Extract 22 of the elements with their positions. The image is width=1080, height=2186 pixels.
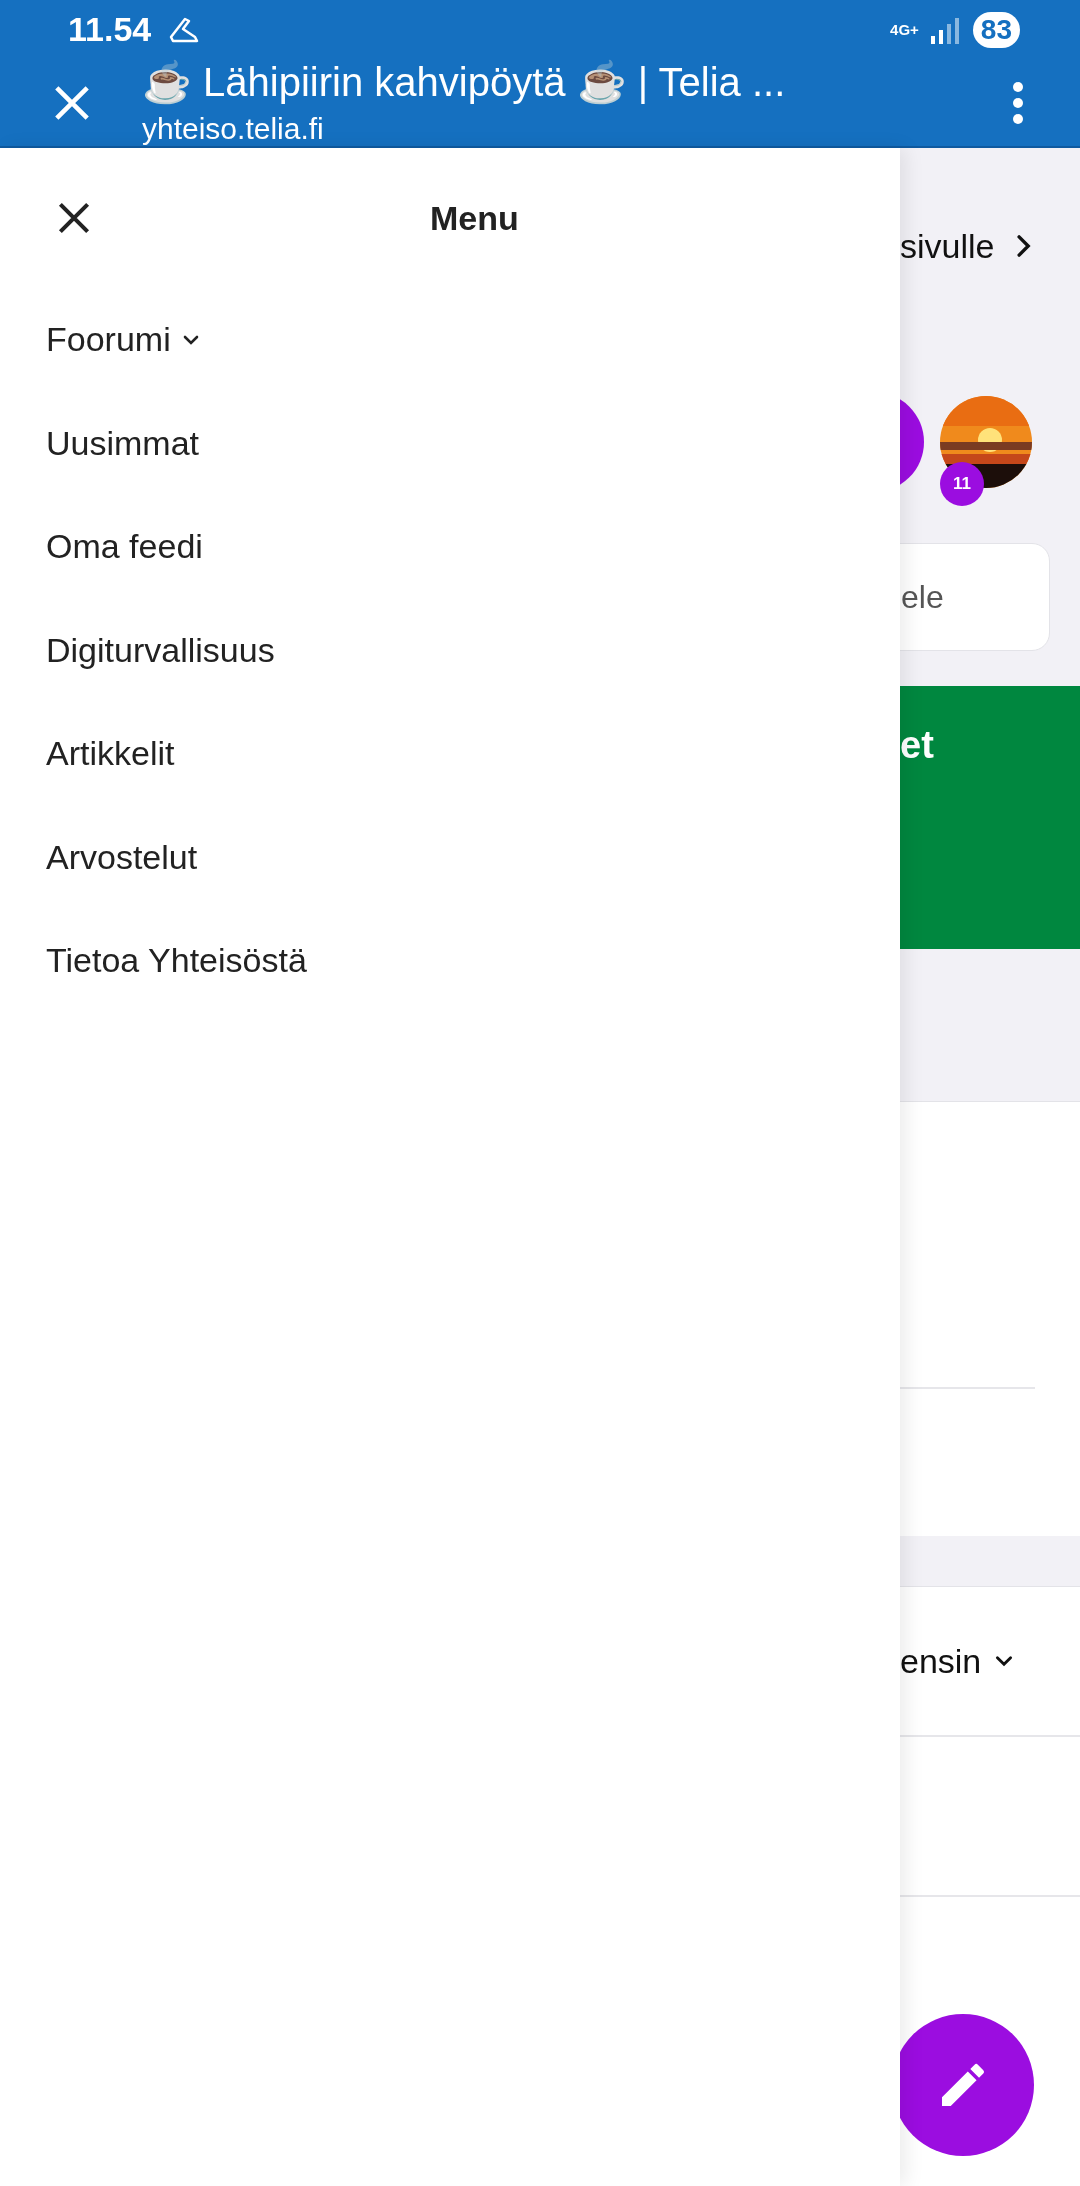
signal-icon <box>928 15 959 44</box>
menu-item[interactable]: Oma feedi <box>46 495 203 599</box>
menu-item[interactable]: Tietoa Yhteisöstä <box>46 909 307 1013</box>
menu-item[interactable]: Arvostelut <box>46 805 198 909</box>
banner-title: et <box>900 724 934 767</box>
page-title: ☕ Lähipiirin kahvipöytä ☕ | Telia ... <box>142 59 787 106</box>
back-link[interactable]: sivulle <box>900 148 1080 344</box>
menu-item[interactable]: Uusimmat <box>46 391 200 495</box>
search-field[interactable]: ele <box>900 543 1050 651</box>
clock-time: 11.54 <box>68 10 152 49</box>
more-icon <box>1012 80 1024 125</box>
menu-item[interactable]: Artikkelit <box>46 702 175 806</box>
battery-level: 83 <box>972 11 1020 48</box>
menu-item[interactable]: Foorumi <box>46 288 201 392</box>
page-url: yhteiso.telia.fi <box>142 112 325 146</box>
menu-title: Menu <box>430 198 519 238</box>
count-badge: 11 <box>940 462 984 506</box>
menu-item[interactable]: Digiturvallisuus <box>46 598 275 702</box>
close-icon <box>57 201 91 235</box>
close-icon <box>53 83 91 122</box>
network-label: 4G+ <box>890 22 919 37</box>
close-menu-button[interactable] <box>56 200 92 236</box>
